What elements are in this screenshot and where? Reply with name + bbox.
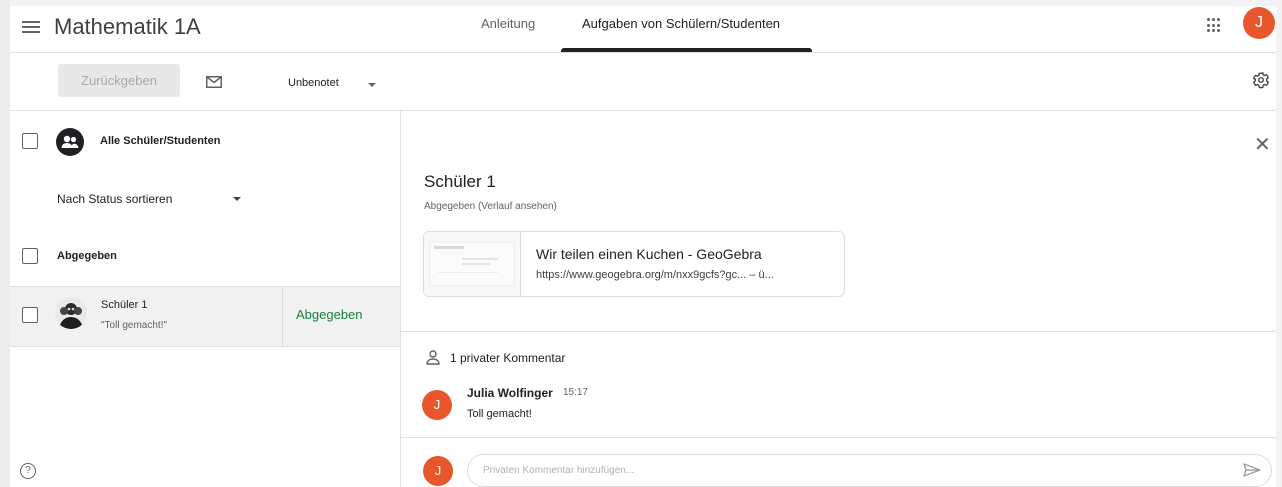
- all-students-label[interactable]: Alle Schüler/Studenten: [100, 135, 220, 147]
- apps-grid-icon[interactable]: [1207, 18, 1222, 33]
- submission-history-link[interactable]: Abgegeben (Verlauf ansehen): [424, 201, 557, 212]
- return-button[interactable]: Zurückgeben: [58, 64, 180, 97]
- gear-icon[interactable]: [1252, 71, 1270, 94]
- close-icon[interactable]: ✕: [1254, 135, 1271, 155]
- window-frame-right: [1276, 0, 1282, 487]
- grading-toolbar: Zurückgeben Unbenotet: [10, 53, 1276, 111]
- person-icon: [425, 349, 441, 370]
- student-name: Schüler 1: [101, 299, 148, 311]
- student-list-panel: Alle Schüler/Studenten Nach Status sorti…: [10, 111, 401, 487]
- section-divider: [401, 331, 1276, 332]
- grade-filter-select[interactable]: Unbenotet: [288, 77, 339, 89]
- comment-timestamp: 15:17: [563, 387, 589, 398]
- private-comment-input[interactable]: [467, 454, 1272, 487]
- submitted-section-header: Abgegeben: [57, 250, 117, 262]
- select-all-checkbox[interactable]: [22, 133, 38, 149]
- send-icon[interactable]: [1243, 463, 1261, 482]
- student-checkbox[interactable]: [22, 307, 38, 323]
- sort-by-status-select[interactable]: Nach Status sortieren: [57, 192, 172, 206]
- help-icon[interactable]: ?: [20, 463, 36, 479]
- private-comment-count: 1 privater Kommentar: [450, 351, 566, 365]
- composer-avatar: J: [423, 456, 453, 486]
- student-status: Abgegeben: [296, 307, 363, 322]
- attachment-title[interactable]: Wir teilen einen Kuchen - GeoGebra: [536, 246, 762, 262]
- select-submitted-checkbox[interactable]: [22, 248, 38, 264]
- student-comment-preview: "Toll gemacht!": [101, 320, 168, 331]
- class-title: Mathematik 1A: [54, 14, 201, 39]
- student-detail-panel: ✕ Schüler 1 Abgegeben (Verlauf ansehen) …: [401, 111, 1276, 487]
- student-avatar: [55, 297, 87, 329]
- mail-icon[interactable]: [206, 75, 222, 93]
- section-divider: [401, 437, 1276, 438]
- comment-author-avatar: J: [422, 390, 452, 420]
- attachment-card[interactable]: Wir teilen einen Kuchen - GeoGebra https…: [423, 231, 845, 297]
- comment-author: Julia Wolfinger: [467, 386, 553, 400]
- attachment-thumbnail: [424, 232, 521, 296]
- account-avatar[interactable]: J: [1243, 7, 1275, 39]
- comment-text: Toll gemacht!: [467, 408, 532, 420]
- hamburger-menu-icon[interactable]: [21, 18, 41, 38]
- chevron-down-icon[interactable]: [233, 197, 241, 201]
- tab-student-work[interactable]: Aufgaben von Schülern/Studenten: [582, 16, 780, 52]
- student-row[interactable]: Schüler 1 "Toll gemacht!" Abgegeben: [10, 286, 400, 347]
- app-header: Mathematik 1A Anleitung Aufgaben von Sch…: [10, 6, 1276, 53]
- group-icon: [56, 128, 84, 156]
- tab-instructions[interactable]: Anleitung: [481, 16, 535, 52]
- chevron-down-icon[interactable]: [368, 83, 376, 87]
- attachment-url: https://www.geogebra.org/m/nxx9gcfs?gc..…: [536, 269, 774, 281]
- active-tab-indicator: [561, 48, 812, 52]
- detail-student-name: Schüler 1: [424, 172, 496, 191]
- status-divider: [282, 287, 283, 346]
- window-frame-left: [0, 0, 10, 487]
